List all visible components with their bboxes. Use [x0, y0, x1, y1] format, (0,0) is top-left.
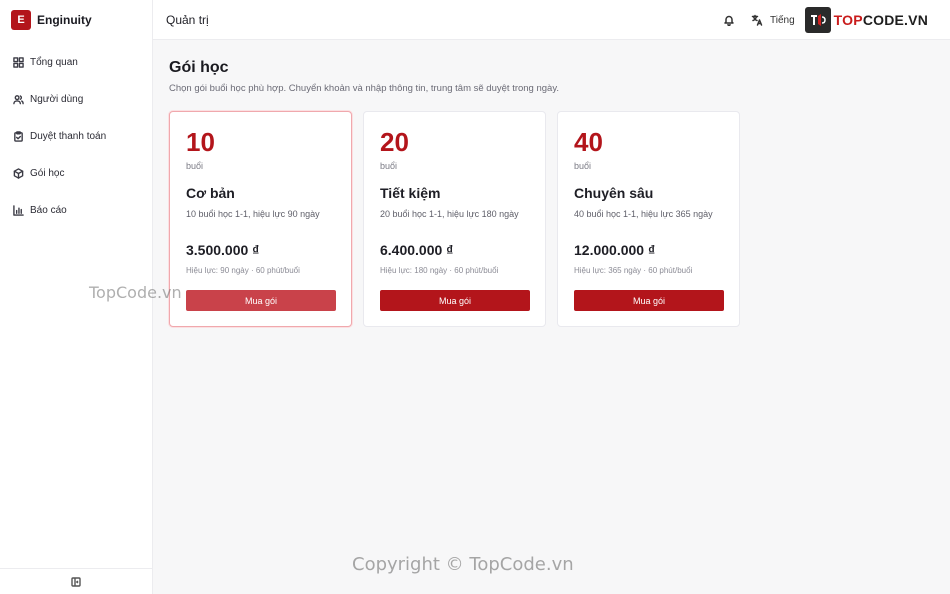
page-subtitle: Chọn gói buổi học phù hợp. Chuyển khoản … [169, 83, 560, 94]
main-content: Gói học Chọn gói buổi học phù hợp. Chuyể… [153, 40, 950, 594]
grid-icon [13, 57, 24, 68]
language-label[interactable]: Tiếng [770, 15, 795, 26]
package-session-count: 40 [574, 127, 603, 157]
sidebar-item-reports[interactable]: Báo cáo [0, 192, 152, 229]
package-card-advanced: 40 buổi Chuyên sâu 40 buổi học 1-1, hiệu… [557, 111, 740, 327]
sidebar-collapse-button[interactable] [0, 568, 152, 594]
bar-chart-icon [13, 205, 24, 216]
package-name: Tiết kiệm [380, 185, 441, 201]
package-unit: buổi [380, 161, 398, 171]
package-description: 10 buổi học 1-1, hiệu lực 90 ngày [186, 209, 320, 219]
package-price: 12.000.000 ₫ [574, 242, 656, 258]
sidebar-item-label: Người dùng [30, 94, 84, 105]
package-meta: Hiệu lực: 365 ngày · 60 phút/buổi [574, 266, 693, 275]
package-description: 20 buổi học 1-1, hiệu lực 180 ngày [380, 209, 519, 219]
brand-name: Enginuity [37, 13, 92, 27]
bell-icon [724, 15, 734, 26]
package-unit: buổi [186, 161, 204, 171]
sidebar-collapse-icon [71, 576, 81, 587]
brand[interactable]: E Enginuity [0, 0, 152, 40]
notifications-button[interactable] [718, 9, 740, 31]
package-icon [13, 168, 24, 179]
sidebar-item-payment-approval[interactable]: Duyệt thanh toán [0, 118, 152, 155]
sidebar-item-overview[interactable]: Tổng quan [0, 44, 152, 81]
package-meta: Hiệu lực: 90 ngày · 60 phút/buổi [186, 266, 300, 275]
package-card-basic: 10 buổi Cơ bản 10 buổi học 1-1, hiệu lực… [169, 111, 352, 327]
buy-package-button[interactable]: Mua gói [186, 290, 336, 311]
topbar: Quản trị Tiếng TOPCODE.VN [153, 0, 950, 40]
package-description: 40 buổi học 1-1, hiệu lực 365 ngày [574, 209, 713, 219]
package-meta: Hiệu lực: 180 ngày · 60 phút/buổi [380, 266, 499, 275]
watermark-logo-text: TOPCODE.VN [833, 12, 928, 28]
page-title: Gói học [169, 59, 229, 76]
page-section-title: Quản trị [166, 12, 209, 27]
sidebar: E Enginuity Tổng quan Người dùng Duyệt t… [0, 0, 153, 594]
topbar-actions: Tiếng TOPCODE.VN [718, 0, 950, 40]
sidebar-item-users[interactable]: Người dùng [0, 81, 152, 118]
package-name: Chuyên sâu [574, 185, 654, 201]
package-name: Cơ bản [186, 185, 235, 201]
buy-package-button[interactable]: Mua gói [574, 290, 724, 311]
sidebar-item-packages[interactable]: Gói học [0, 155, 152, 192]
translate-icon [751, 14, 763, 26]
sidebar-item-label: Duyệt thanh toán [30, 131, 107, 142]
watermark-icon [810, 14, 826, 26]
users-icon [13, 95, 24, 105]
package-session-count: 10 [186, 127, 215, 157]
package-session-count: 20 [380, 127, 409, 157]
watermark-logo: TOPCODE.VN [804, 7, 928, 33]
watermark-logo-mark [804, 7, 831, 33]
package-price: 6.400.000 ₫ [380, 242, 454, 258]
sidebar-item-label: Tổng quan [30, 57, 78, 68]
package-unit: buổi [574, 161, 592, 171]
sidebar-nav: Tổng quan Người dùng Duyệt thanh toán Gó… [0, 44, 152, 229]
package-price: 3.500.000 ₫ [186, 242, 260, 258]
package-card-saving: 20 buổi Tiết kiệm 20 buổi học 1-1, hiệu … [363, 111, 546, 327]
sidebar-item-label: Gói học [30, 168, 65, 179]
buy-package-button[interactable]: Mua gói [380, 290, 530, 311]
brand-logo: E [11, 10, 31, 30]
sidebar-item-label: Báo cáo [30, 205, 67, 216]
language-button[interactable] [746, 9, 768, 31]
clipboard-check-icon [14, 131, 23, 142]
